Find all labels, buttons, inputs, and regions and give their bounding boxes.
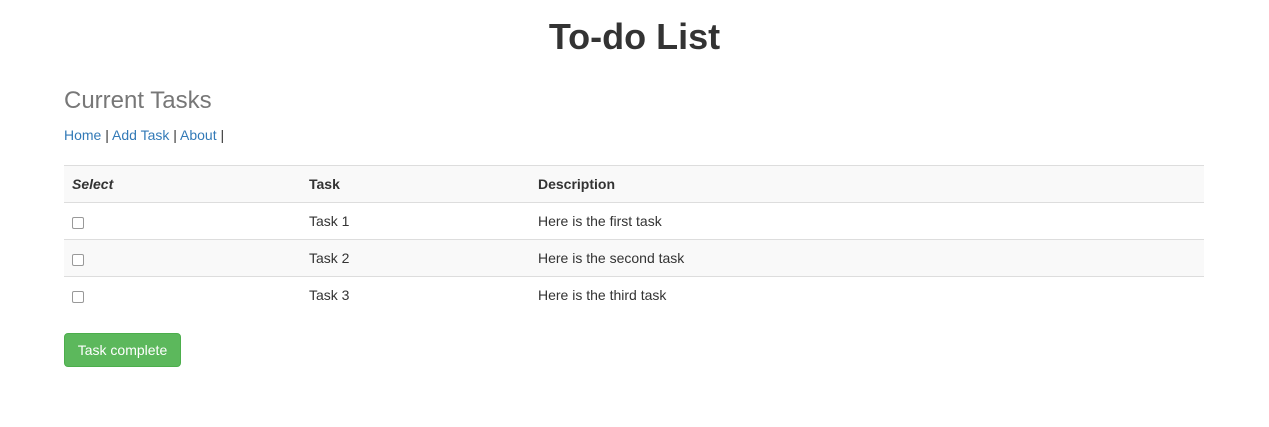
nav-link-home[interactable]: Home — [64, 127, 101, 143]
table-header-row: Select Task Description — [64, 165, 1204, 203]
task-description: Here is the first task — [530, 202, 1204, 240]
select-cell — [64, 202, 301, 240]
section-title: Current Tasks — [64, 87, 212, 114]
select-cell — [64, 239, 301, 277]
table-row: Task 3 Here is the third task — [64, 276, 1204, 313]
task-checkbox[interactable] — [72, 254, 84, 267]
nav-links: Home | Add Task | About | — [64, 126, 224, 144]
nav-link-about[interactable]: About — [180, 127, 217, 143]
header-select: Select — [64, 165, 301, 203]
nav-separator: | — [173, 127, 177, 143]
task-description: Here is the second task — [530, 239, 1204, 277]
page-title: To-do List — [548, 16, 721, 57]
header-description: Description — [530, 165, 1204, 203]
select-cell — [64, 276, 301, 313]
nav-separator: | — [220, 127, 225, 143]
task-checkbox[interactable] — [72, 217, 84, 230]
task-complete-button[interactable]: Task complete — [64, 333, 181, 367]
header-task: Task — [301, 165, 530, 203]
page: To-do List Current Tasks Home | Add Task… — [0, 0, 1269, 427]
table-row: Task 2 Here is the second task — [64, 239, 1204, 277]
task-name: Task 2 — [301, 239, 530, 277]
task-table: Select Task Description Task 1 Here is t… — [64, 165, 1204, 313]
task-checkbox[interactable] — [72, 291, 84, 304]
table-row: Task 1 Here is the first task — [64, 202, 1204, 240]
task-name: Task 1 — [301, 202, 530, 240]
nav-link-add-task[interactable]: Add Task — [112, 127, 169, 143]
task-description: Here is the third task — [530, 276, 1204, 313]
task-name: Task 3 — [301, 276, 530, 313]
nav-separator: | — [105, 127, 109, 143]
